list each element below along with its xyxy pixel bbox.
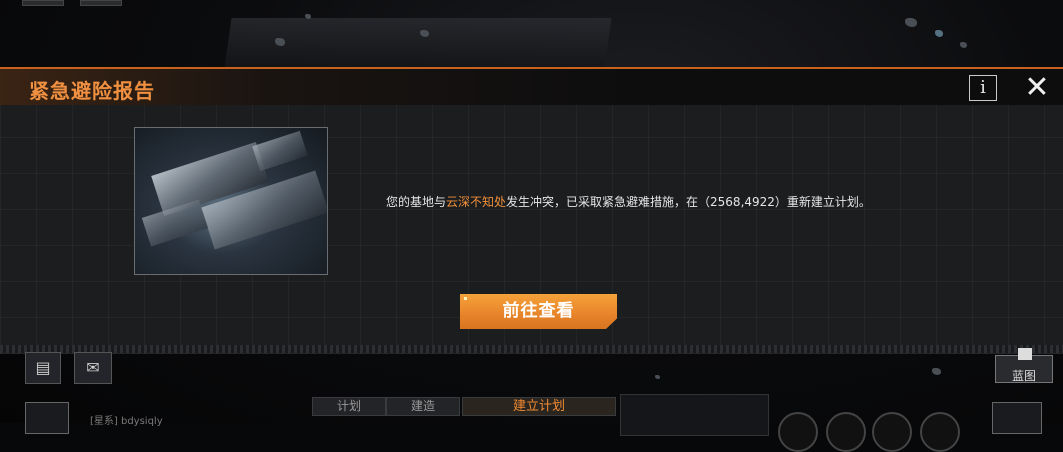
action-circle[interactable] [920,412,960,452]
menu-icon[interactable] [992,402,1042,434]
base-wreck-image [134,127,328,275]
asteroid [420,30,429,37]
alliance-link[interactable]: 云深不知处 [446,195,506,209]
asteroid [905,18,917,27]
info-button[interactable]: i [969,75,997,101]
player-name: [星系] bdysiqly [90,416,163,427]
action-circle[interactable] [872,412,912,452]
button-corner-dot [464,297,467,300]
dialog-title: 紧急避险报告 [29,79,155,103]
go-view-button[interactable]: 前往查看 [460,294,617,329]
tab-establish-plan[interactable]: 建立计划 [462,397,616,416]
emergency-report-dialog: 紧急避险报告 i ✕ 您的基地与云深不知处发生冲突，已采取紧急避难措施，在（25… [0,67,1063,354]
top-hud-button[interactable] [22,0,64,6]
blueprint-button[interactable]: 蓝图 [995,348,1053,383]
asteroid [275,38,285,46]
asteroid [932,368,941,375]
asteroid [305,14,311,19]
home-base-icon[interactable] [25,402,69,434]
close-button[interactable]: ✕ [1022,73,1052,103]
action-circle[interactable] [826,412,866,452]
tab-build[interactable]: 建造 [386,397,460,416]
message-text: 您的基地与 [386,195,447,209]
bottom-panel [620,394,769,436]
dialog-titlebar: 紧急避险报告 i ✕ [0,69,1063,105]
document-icon[interactable]: ▤ [25,352,61,384]
report-message: 您的基地与云深不知处发生冲突，已采取紧急避难措施，在（2568,4922）重新建… [386,193,871,210]
asteroid [935,30,943,37]
tab-plan[interactable]: 计划 [312,397,386,416]
dialog-bottom-edge [0,345,1063,353]
top-hud-button[interactable] [80,0,122,6]
mail-icon[interactable]: ✉ [74,352,112,384]
message-text: 发生冲突，已采取紧急避难措施，在（2568,4922）重新建立计划。 [506,195,871,209]
asteroid [960,42,967,48]
asteroid [655,375,660,379]
action-circle[interactable] [778,412,818,452]
